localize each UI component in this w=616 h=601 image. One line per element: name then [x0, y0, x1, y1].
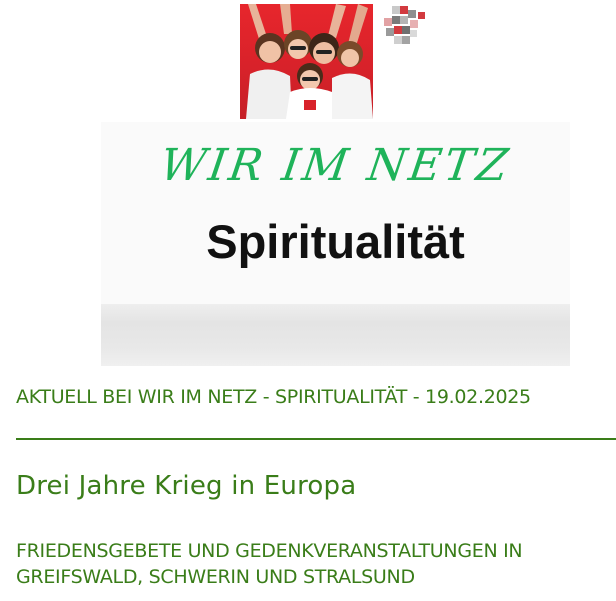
banner-title: Spiritualität: [206, 215, 465, 268]
crowd-photo: [240, 4, 373, 119]
header-banner[interactable]: WIR IM NETZ Spiritualität: [101, 0, 570, 366]
banner-script-title: WIR IM NETZ: [157, 140, 514, 191]
banner-bottom-bar: [101, 304, 570, 366]
pixel-logo-icon: [382, 6, 432, 50]
article-kicker: AKTUELL BEI WIR IM NETZ - SPIRITUALITÄT …: [16, 386, 531, 408]
article-headline[interactable]: Drei Jahre Krieg in Europa: [16, 471, 356, 501]
article-subheadline: FRIEDENSGEBETE UND GEDENKVERANSTALTUNGEN…: [16, 540, 523, 588]
divider: [16, 438, 616, 440]
